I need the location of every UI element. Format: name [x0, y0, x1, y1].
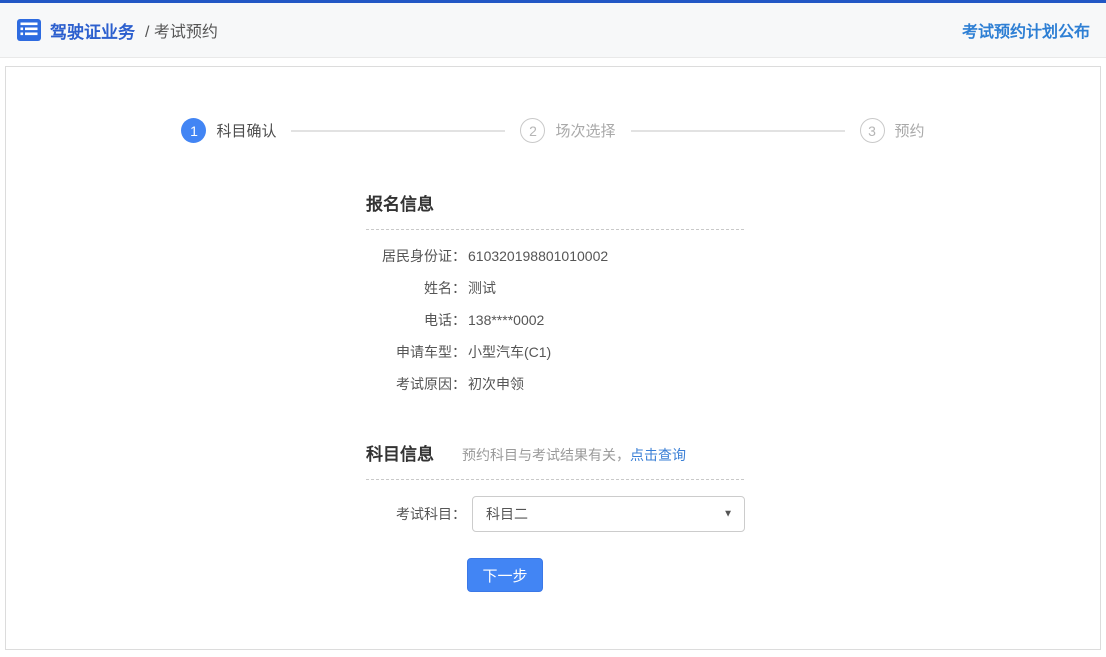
info-row-name: 姓名： 测试 [366, 281, 744, 296]
exam-subject-select[interactable]: 科目二 [472, 496, 745, 532]
exam-subject-select-wrap: 科目二 ▼ [472, 496, 745, 532]
field-value: 小型汽车(C1) [468, 345, 551, 360]
subject-section: 科目信息 预约科目与考试结果有关， 点击查询 考试科目： 科目二 ▼ 下一步 [366, 440, 744, 592]
registration-rows: 居民身份证： 610320198801010002 姓名： 测试 电话： 138… [366, 249, 744, 392]
info-row-id: 居民身份证： 610320198801010002 [366, 249, 744, 264]
step-3-circle: 3 [860, 118, 885, 143]
step-1-label: 科目确认 [216, 120, 276, 141]
step-connector [291, 130, 505, 132]
step-1-circle: 1 [181, 118, 206, 143]
step-3-label: 预约 [895, 120, 925, 141]
exam-plan-link[interactable]: 考试预约计划公布 [962, 18, 1090, 42]
main-panel: 1 科目确认 2 场次选择 3 预约 报名信息 居民身份证： 610320198… [5, 66, 1101, 650]
step-subject-confirm: 1 科目确认 [181, 118, 276, 143]
field-label: 电话： [366, 313, 466, 328]
exam-subject-row: 考试科目： 科目二 ▼ [366, 496, 744, 532]
page-title: 驾驶证业务 [50, 18, 135, 43]
breadcrumb: / 考试预约 [145, 18, 218, 42]
list-icon [16, 18, 42, 42]
registration-section-head: 报名信息 [366, 190, 744, 230]
subject-title: 科目信息 [366, 440, 434, 465]
step-connector [631, 130, 845, 132]
field-label: 姓名： [366, 281, 466, 296]
field-label: 考试原因： [366, 377, 466, 392]
step-session-select: 2 场次选择 [520, 118, 615, 143]
registration-title: 报名信息 [366, 190, 434, 215]
step-reserve: 3 预约 [860, 118, 925, 143]
info-row-vehicle-type: 申请车型： 小型汽车(C1) [366, 345, 744, 360]
next-step-button[interactable]: 下一步 [467, 558, 543, 592]
step-2-label: 场次选择 [555, 120, 615, 141]
header-left: 驾驶证业务 / 考试预约 [16, 18, 218, 43]
form-content: 报名信息 居民身份证： 610320198801010002 姓名： 测试 电话… [366, 190, 744, 592]
field-label: 居民身份证： [366, 249, 466, 264]
exam-subject-label: 考试科目： [366, 504, 466, 524]
field-value: 初次申领 [468, 377, 524, 392]
button-row: 下一步 [366, 558, 744, 592]
subject-section-head: 科目信息 预约科目与考试结果有关， 点击查询 [366, 440, 744, 480]
info-row-phone: 电话： 138****0002 [366, 313, 744, 328]
field-value: 610320198801010002 [468, 249, 608, 264]
stepper: 1 科目确认 2 场次选择 3 预约 [6, 118, 1100, 143]
header: 驾驶证业务 / 考试预约 考试预约计划公布 [0, 3, 1106, 58]
step-2-circle: 2 [520, 118, 545, 143]
query-result-link[interactable]: 点击查询 [630, 445, 686, 465]
field-value: 138****0002 [468, 313, 544, 328]
subject-note: 预约科目与考试结果有关， [462, 445, 630, 465]
info-row-exam-reason: 考试原因： 初次申领 [366, 377, 744, 392]
field-label: 申请车型： [366, 345, 466, 360]
field-value: 测试 [468, 281, 496, 296]
registration-section: 报名信息 居民身份证： 610320198801010002 姓名： 测试 电话… [366, 190, 744, 392]
